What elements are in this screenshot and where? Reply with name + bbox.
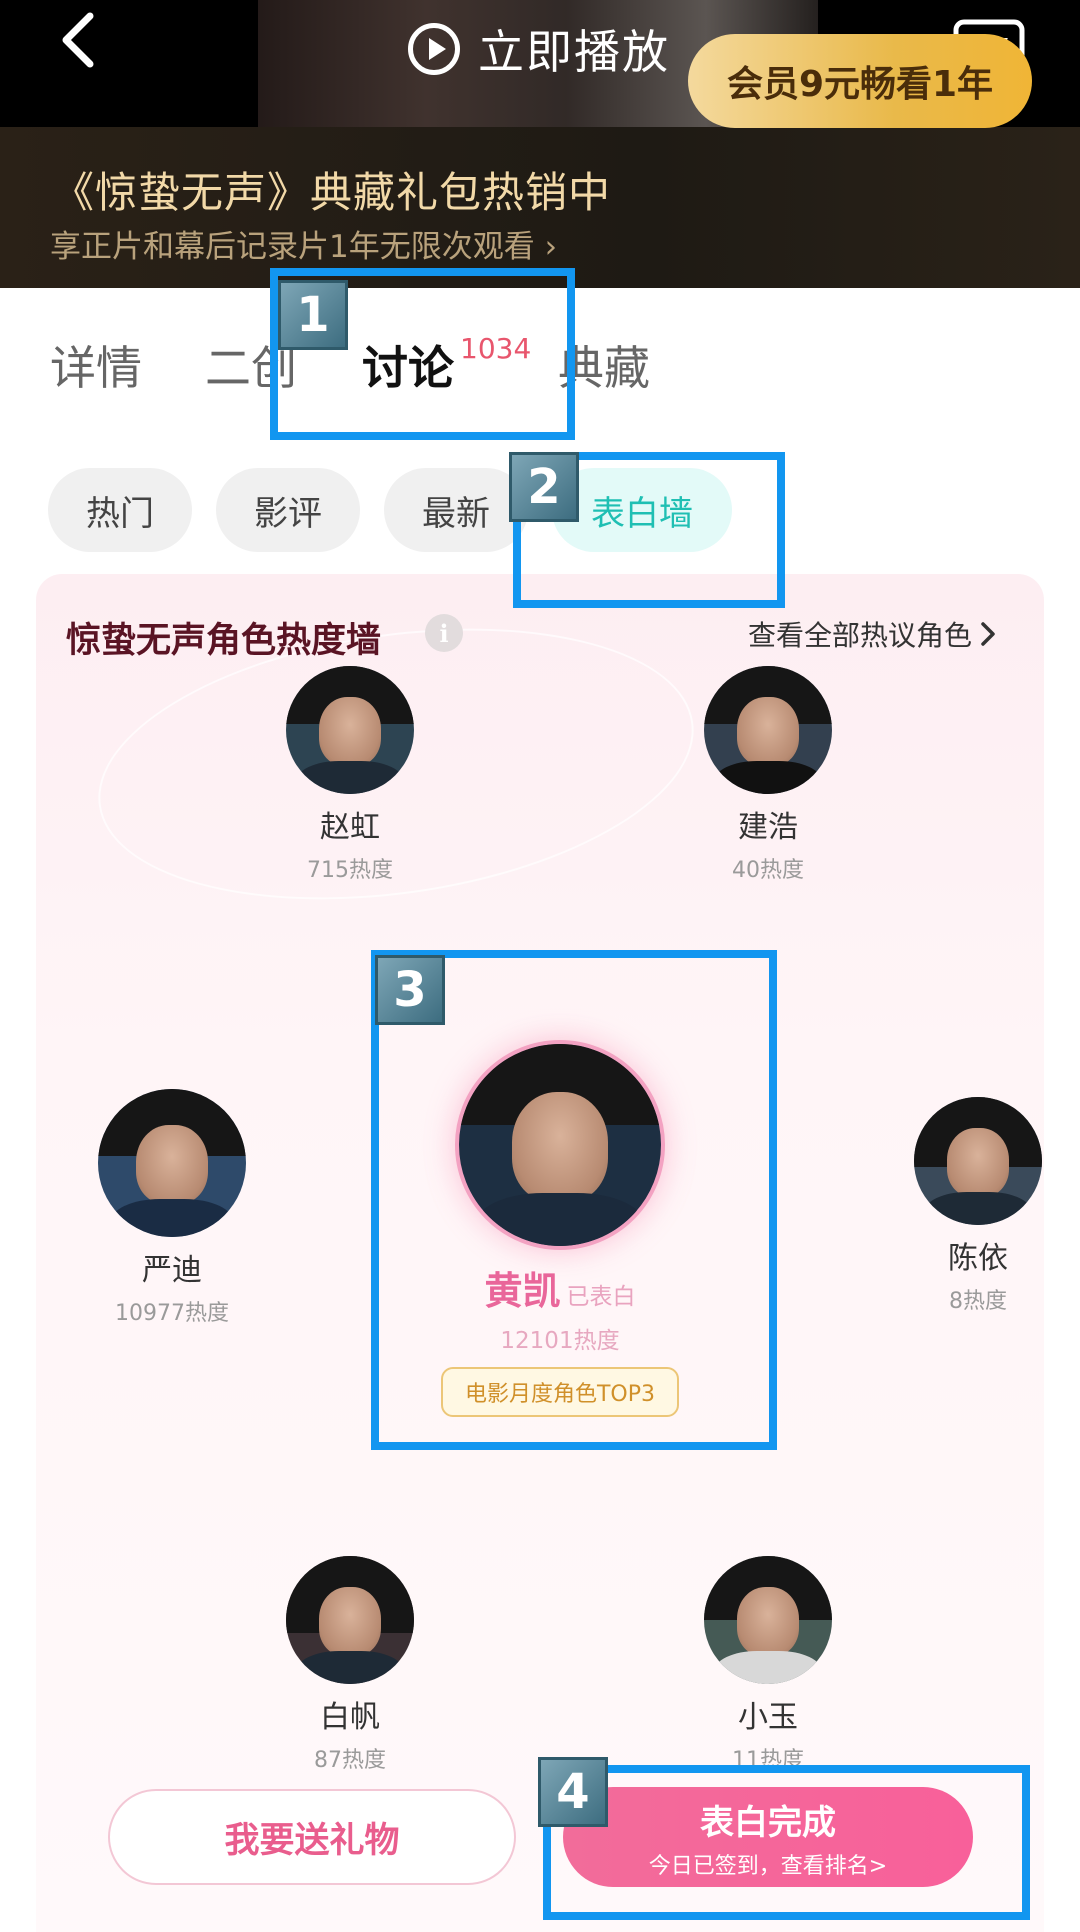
promo-subtitle[interactable]: 享正片和幕后记录片1年无限次观看 ›	[50, 221, 557, 266]
character-heat: 715热度	[307, 858, 393, 883]
character-heat: 8热度	[949, 1289, 1007, 1314]
annotation-number: 4	[538, 1757, 608, 1827]
see-all-label: 查看全部热议角色	[748, 619, 973, 652]
annotation-number: 2	[509, 452, 579, 522]
character-card[interactable]: 严迪 10977热度	[87, 1089, 257, 1327]
annotation-number: 3	[375, 955, 445, 1025]
character-name: 赵虹	[320, 810, 380, 845]
character-card[interactable]: 白帆 87热度	[270, 1556, 430, 1774]
character-avatar	[704, 666, 832, 794]
character-name: 严迪	[142, 1253, 202, 1288]
chevron-left-icon	[62, 12, 94, 68]
character-avatar	[286, 1556, 414, 1684]
vip-promo-banner[interactable]: 《惊蛰无声》典藏礼包热销中 享正片和幕后记录片1年无限次观看 ›	[0, 127, 1080, 288]
annotation-box	[543, 1765, 1030, 1920]
play-now-label: 立即播放	[478, 25, 670, 79]
character-avatar	[286, 666, 414, 794]
character-heat: 10977热度	[115, 1301, 229, 1326]
wall-title: 惊蛰无声角色热度墙	[66, 621, 382, 661]
see-all-characters-link[interactable]: 查看全部热议角色	[748, 614, 996, 654]
tab-details[interactable]: 详情	[50, 332, 142, 398]
character-avatar	[98, 1089, 246, 1237]
character-heat: 87热度	[314, 1748, 386, 1773]
chevron-right-icon	[981, 622, 995, 646]
character-heat: 40热度	[732, 858, 804, 883]
back-button[interactable]	[48, 10, 108, 70]
character-avatar	[914, 1097, 1042, 1225]
promo-title: 《惊蛰无声》典藏礼包热销中	[52, 168, 612, 217]
filter-reviews[interactable]: 影评	[216, 468, 360, 552]
character-name: 陈依	[948, 1241, 1008, 1276]
character-card[interactable]: 小玉 11热度	[688, 1556, 848, 1774]
annotation-box	[371, 950, 777, 1450]
play-icon	[408, 23, 460, 75]
filter-latest[interactable]: 最新	[384, 468, 528, 552]
character-card[interactable]: 建浩 40热度	[688, 666, 848, 884]
play-now-button[interactable]: 立即播放	[408, 14, 670, 84]
vip-purchase-button[interactable]: 会员9元畅看1年	[688, 34, 1032, 128]
character-avatar	[704, 1556, 832, 1684]
send-gift-button[interactable]: 我要送礼物	[108, 1789, 516, 1885]
character-name: 建浩	[738, 810, 798, 845]
character-card[interactable]: 赵虹 715热度	[270, 666, 430, 884]
character-name: 白帆	[320, 1700, 380, 1735]
filter-hot[interactable]: 热门	[48, 468, 192, 552]
character-card[interactable]: 陈依 8热度	[898, 1097, 1058, 1315]
info-icon[interactable]: i	[425, 614, 463, 652]
annotation-number: 1	[278, 280, 348, 350]
character-name: 小玉	[738, 1700, 798, 1735]
